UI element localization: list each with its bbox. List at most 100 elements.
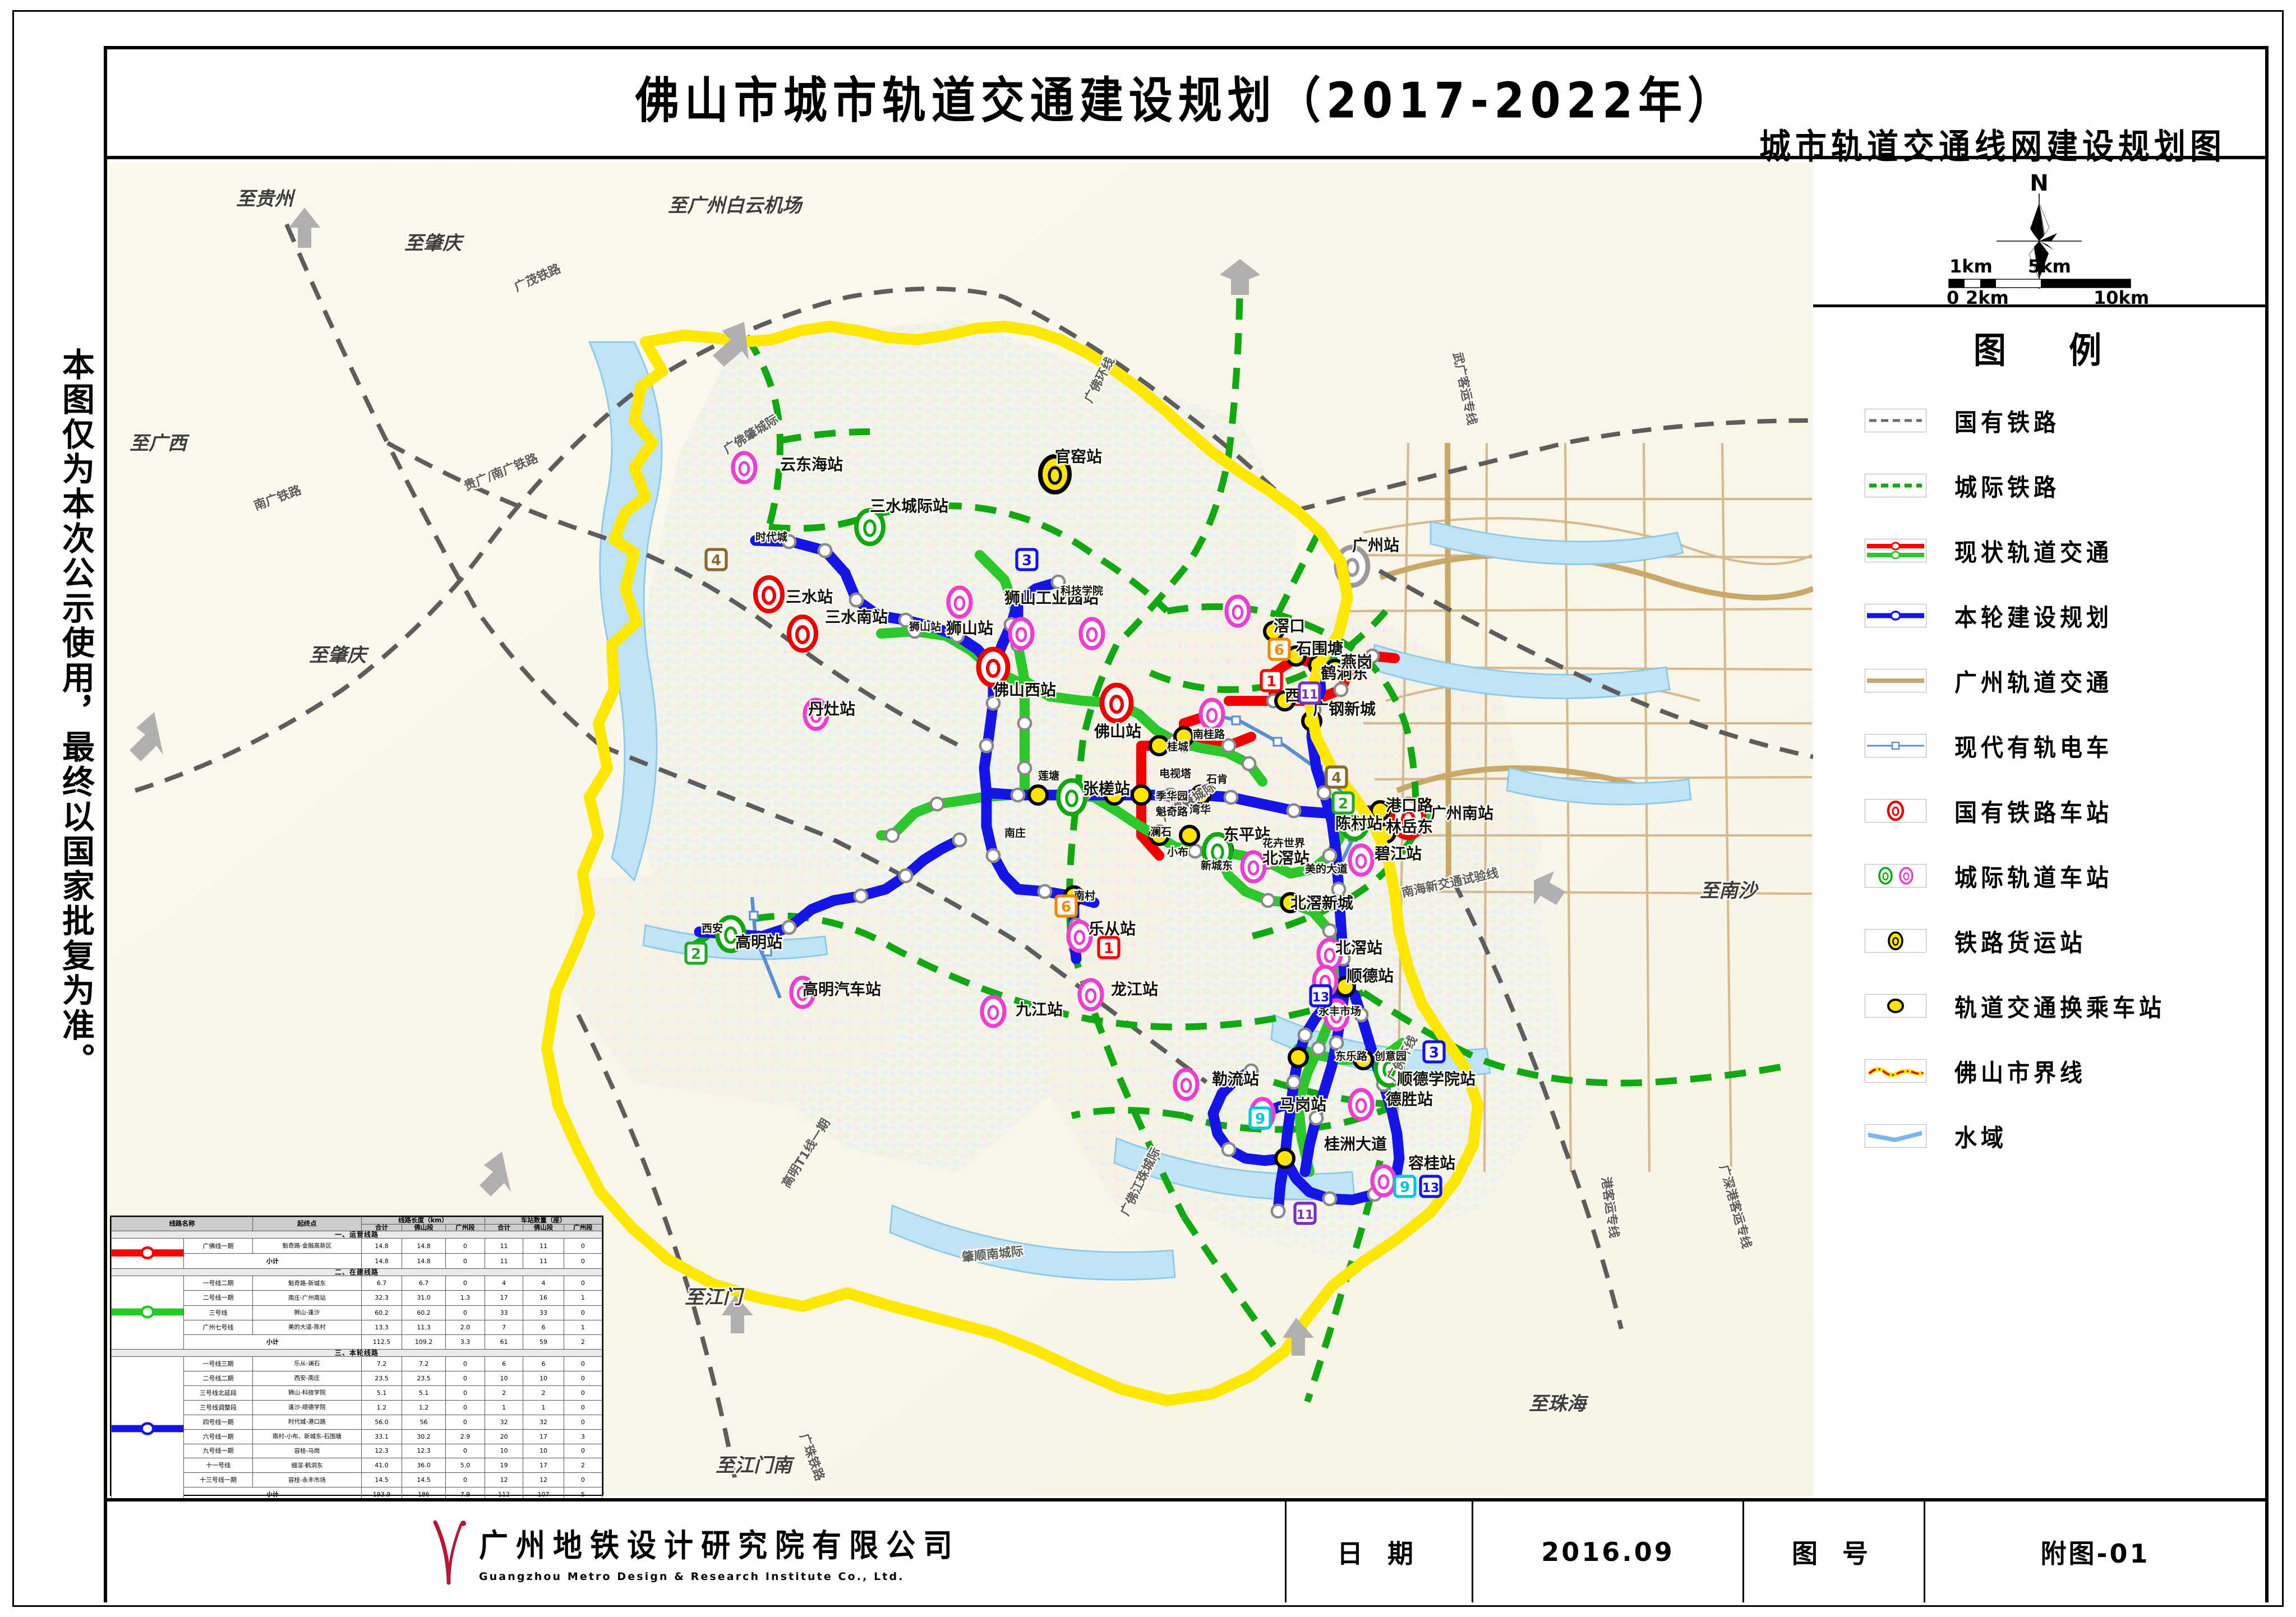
station-label-乐从站: 乐从站 [1089,920,1136,938]
cell-st-total: 7 [485,1319,524,1335]
drawing-number-label: 图 号 [1744,1502,1925,1602]
th-st-gz: 广州段 [563,1223,603,1231]
cell-len-total: 23.5 [361,1371,403,1386]
cell-terminals: 狮山-逢沙 [252,1305,362,1320]
cell-st-total: 10 [485,1371,524,1386]
station-label-创意园: 创意园 [1374,1050,1407,1062]
legend-label: 佛山市界线 [1954,1059,2086,1088]
station-label-西安: 西安 [702,922,723,935]
company-logo: 广州地铁设计研究院有限公司 Guangzhou Metro Design & R… [432,1519,960,1585]
cell-st-gz: 0 [563,1237,603,1254]
station-label-时代城: 时代城 [755,530,787,543]
table-row: 四号线一期 时代城-港口路 56.0 56 0 32 32 0 [112,1414,603,1430]
cell-len-fs: 6.7 [402,1276,446,1291]
city-boundary-icon [1865,1059,1926,1083]
legend-row-9: 轨道交通换乘车站 [1865,973,2265,1038]
line-summary-table-wrapper: 线路名称 起终点 线路长度（km） 车站数量（座） 合计 佛山段 广州段 合计 … [110,1216,603,1510]
legend-label: 轨道交通换乘车站 [1954,994,2165,1023]
cell-st-gz: 3 [563,1429,603,1444]
cell-len-total: 60.2 [361,1305,403,1320]
dashed-green-line-icon [1865,474,1926,497]
company-name-cn: 广州地铁设计研究院有限公司 [478,1527,960,1564]
station-label-广钢新城: 广钢新城 [1313,700,1376,718]
th-len-gz: 广州段 [445,1223,486,1231]
station-label-桂洲大道: 桂洲大道 [1324,1135,1387,1153]
cell-terminals: 魁奇路-新城东 [252,1276,362,1291]
scale-label-10km: 10km [2094,287,2149,306]
cell-len-gz: 0 [445,1472,486,1488]
scale-label-1km: 1km [1949,256,1993,277]
station-label-小布: 小布 [1167,846,1188,858]
th-terminals: 起终点 [252,1217,362,1231]
intercity-rail-station-icon [1865,864,1926,888]
drawing-number-value: 附图-01 [2040,1539,2150,1569]
legend-label: 国有铁路 [1954,409,2060,437]
legend-label: 现状轨道交通 [1954,539,2113,567]
station-label-容桂站: 容桂站 [1408,1154,1455,1172]
cell-terminals: 容桂-马岗 [252,1443,362,1459]
cell-line-name: 十一号线 [183,1458,253,1473]
cell-len-gz: 0 [445,1237,486,1254]
cell-len-gz: 2.9 [445,1429,486,1444]
station-label-佛山站: 佛山站 [1094,722,1141,741]
cell-len-fs: 12.3 [402,1443,446,1459]
line-number-badge-6: 6 [1267,637,1291,661]
table-row: 二号线一期 南庄-广州南站 32.3 31.0 1.3 17 16 1 [112,1290,603,1306]
cell-len-fs: 31.0 [402,1290,446,1306]
date-value: 2016.09 [1473,1502,1744,1602]
cell-line-name: 三号线北延段 [183,1385,253,1401]
direction-label-2: 至广西 [130,432,190,455]
station-label-桂城: 桂城 [1167,740,1188,753]
th-line-name: 线路名称 [110,1217,253,1231]
table-row: 广佛线一期 魁奇路-金融高新区 14.8 14.8 0 11 11 0 [111,1237,603,1269]
th-len-fs: 佛山段 [402,1223,446,1231]
cell-len-gz: 0 [445,1276,486,1291]
section-color-swatch [111,1276,184,1350]
cell-st-gz: 0 [563,1399,603,1415]
station-label-丹灶站: 丹灶站 [808,700,855,718]
cell-st-total: 32 [485,1414,524,1430]
section-title: 一、运营线路 [111,1231,602,1239]
legend-title: 图 例 [1973,329,2128,372]
cell-len-fs: 30.2 [402,1429,446,1444]
line-number-text: 11 [1297,1208,1314,1222]
station-label-林岳东: 林岳东 [1386,817,1433,836]
legend-row-1: 城际铁路 [1865,453,2265,518]
cell-st-total: 19 [485,1458,524,1473]
page-subtitle: 城市轨道交通线网建设规划图 [1759,127,2226,167]
line-number-text: 3 [1429,1045,1439,1061]
cell-st-fs: 6 [523,1319,564,1335]
line-number-text: 2 [1338,796,1348,812]
national-railway-station-icon [1865,799,1926,823]
line-number-text: 11 [1301,688,1318,702]
table-row: 一号线二期 魁奇路-新城东 6.7 6.7 0 4 4 0 [111,1276,603,1350]
table-row: 三号线调整段 逢沙-顺德学院 1.2 1.2 0 1 1 0 [112,1399,603,1415]
line-summary-table: 线路名称 起终点 线路长度（km） 车站数量（座） 合计 佛山段 广州段 合计 … [110,1217,603,1510]
station-label-美的大道: 美的大道 [1305,862,1348,875]
table-subtotal-row: 小计 14.8 14.8 0 11 11 0 [112,1253,603,1269]
cell-terminals: 南村-小布、新城东-石围塘 [252,1429,362,1444]
cell-terminals: 细滘-鹤洞东 [252,1458,362,1473]
legend-box: 图 例 国有铁路 城际铁路 现状轨道交通 本轮建设规划 广州轨道交通 现代有轨电车 国有铁路… [1813,307,2265,1496]
line-number-text: 4 [711,552,721,569]
cell-st-total: 10 [485,1443,524,1459]
station-label-东乐路: 东乐路 [1335,1050,1368,1062]
cell-st-fs: 10 [523,1371,564,1386]
direction-label-4: 至肇庆 [309,644,370,667]
station-label-高明站: 高明站 [735,933,782,951]
line-number-badge-2: 2 [684,941,708,965]
station-label-勒流站: 勒流站 [1212,1070,1259,1088]
line-number-text: 4 [1331,770,1341,787]
line-number-badge-4: 4 [704,548,728,571]
station-label-莲塘: 莲塘 [1038,769,1059,782]
station-label-碧江站: 碧江站 [1374,844,1422,863]
cell-len-total: 33.1 [361,1429,403,1444]
station-label-魁奇路: 魁奇路 [1156,805,1188,818]
station-label-狮山站: 狮山站 [909,620,941,633]
cell-st-fs: 4 [523,1276,564,1291]
cell-line-name: 一号线二期 [183,1276,253,1291]
cell-len-gz: 2.0 [445,1319,486,1335]
line-number-text: 13 [1312,991,1330,1005]
cell-st-total: 12 [485,1472,524,1488]
station-label-南庄: 南庄 [1004,826,1026,839]
